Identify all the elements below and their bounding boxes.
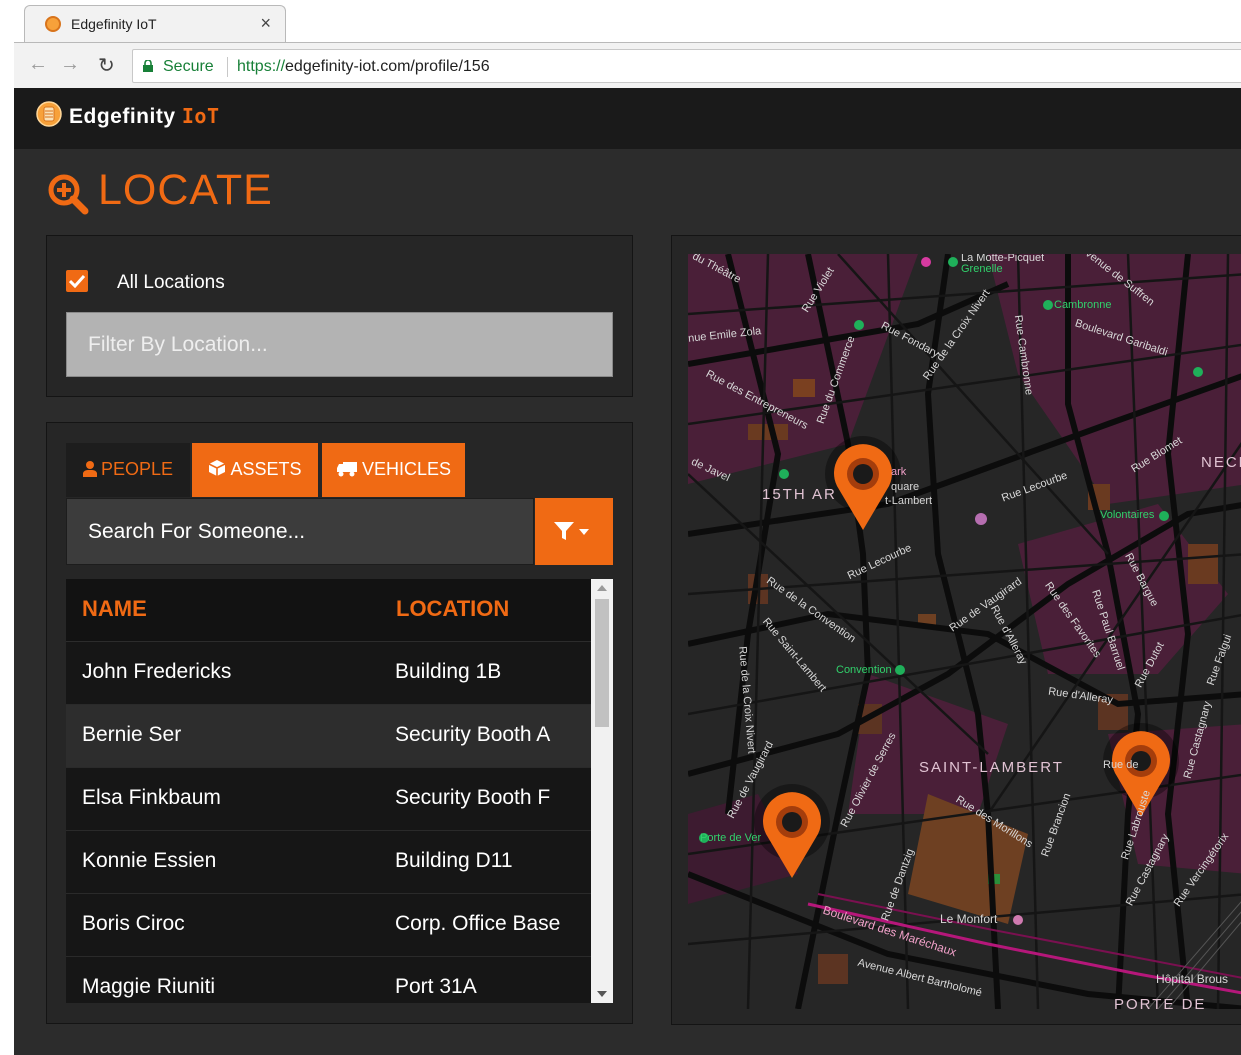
person-location: Port 31A bbox=[395, 975, 477, 998]
brand-name[interactable]: Edgefinity IoT bbox=[69, 104, 219, 129]
url-scheme: https:// bbox=[237, 58, 286, 75]
tab-people[interactable]: PEOPLE bbox=[66, 443, 190, 497]
person-name: John Fredericks bbox=[82, 660, 232, 683]
logo-icon bbox=[36, 101, 62, 127]
people-list-panel: PEOPLE ASSETS VEHICLES Search For Someon… bbox=[46, 422, 633, 1024]
filter-dropdown-button[interactable] bbox=[535, 498, 613, 565]
person-name: Boris Ciroc bbox=[82, 912, 185, 935]
app-root: Edgefinity IoT LOCATE All Locations PE bbox=[14, 88, 1241, 1055]
person-name: Maggie Riuniti bbox=[82, 975, 216, 998]
browser-tab[interactable]: Edgefinity IoT × bbox=[24, 5, 286, 43]
column-header-location[interactable]: LOCATION bbox=[396, 596, 509, 622]
check-icon bbox=[69, 274, 85, 288]
tab-vehicles[interactable]: VEHICLES bbox=[322, 443, 465, 497]
filter-icon bbox=[554, 522, 589, 540]
map-view[interactable]: du Théâtre La Motte-Picquet Grenelle Cam… bbox=[688, 254, 1241, 1009]
tab-title: Edgefinity IoT bbox=[71, 16, 157, 32]
map-panel: du Théâtre La Motte-Picquet Grenelle Cam… bbox=[671, 235, 1241, 1025]
map-label: Volontaires bbox=[1100, 509, 1155, 521]
forward-arrow-icon[interactable]: → bbox=[60, 53, 80, 76]
secure-label: Secure bbox=[163, 58, 214, 75]
column-header-name[interactable]: NAME bbox=[82, 596, 147, 622]
map-district-label: SAINT-LAMBERT bbox=[919, 759, 1064, 776]
table-row[interactable]: Elsa Finkbaum Security Booth F bbox=[66, 768, 591, 831]
map-district-label: 15TH AR bbox=[762, 486, 837, 503]
person-location: Security Booth A bbox=[395, 723, 551, 746]
table-scrollbar[interactable] bbox=[591, 579, 613, 1003]
location-filter-input[interactable] bbox=[66, 312, 613, 377]
people-table: NAME LOCATION John Fredericks Building 1… bbox=[66, 579, 613, 1003]
all-locations-checkbox[interactable] bbox=[66, 270, 88, 292]
people-table-body: NAME LOCATION John Fredericks Building 1… bbox=[66, 579, 591, 1003]
browser-toolbar: ← → ↻ Secure https://edgefinity-iot.com/… bbox=[14, 42, 1241, 88]
people-search-input[interactable] bbox=[66, 498, 534, 565]
box-icon bbox=[209, 460, 226, 476]
url-text[interactable]: https://edgefinity-iot.com/profile/156 bbox=[237, 58, 490, 76]
table-row[interactable]: John Fredericks Building 1B bbox=[66, 642, 591, 705]
tab-people-label: PEOPLE bbox=[100, 459, 174, 479]
map-label: Rue de bbox=[1103, 759, 1139, 771]
scroll-up-arrow-icon[interactable] bbox=[597, 585, 607, 591]
url-divider bbox=[227, 57, 228, 77]
map-label: Porte de Ver bbox=[700, 832, 762, 844]
person-location: Building D11 bbox=[395, 849, 513, 872]
tab-assets-label: ASSETS bbox=[230, 459, 302, 479]
map-label: Le Monfort bbox=[940, 912, 998, 926]
map-marker[interactable] bbox=[825, 436, 901, 530]
table-row[interactable]: Konnie Essien Building D11 bbox=[66, 831, 591, 894]
brand-accent: IoT bbox=[181, 104, 220, 128]
browser-chrome: Edgefinity IoT × ← → ↻ Secure https://ed… bbox=[14, 0, 1241, 88]
person-name: Elsa Finkbaum bbox=[82, 786, 221, 809]
scroll-down-arrow-icon[interactable] bbox=[597, 991, 607, 997]
back-arrow-icon[interactable]: ← bbox=[28, 53, 48, 76]
person-location: Security Booth F bbox=[395, 786, 551, 809]
truck-icon bbox=[336, 462, 357, 477]
person-location: Corp. Office Base bbox=[395, 912, 561, 935]
map-label: Cambronne bbox=[1054, 299, 1112, 311]
address-bar[interactable]: Secure https://edgefinity-iot.com/profil… bbox=[132, 49, 1241, 83]
map-label: Hôpital Brous bbox=[1156, 972, 1229, 986]
user-icon bbox=[82, 461, 97, 477]
lock-icon bbox=[143, 60, 153, 72]
person-name: Bernie Ser bbox=[82, 723, 182, 746]
map-label: Convention bbox=[836, 664, 892, 676]
person-location: Building 1B bbox=[395, 660, 502, 683]
reload-icon[interactable]: ↻ bbox=[98, 53, 115, 78]
table-row[interactable]: Bernie Ser Security Booth A bbox=[66, 705, 591, 768]
favicon-icon bbox=[45, 16, 61, 32]
map-district-label: NECK bbox=[1201, 454, 1241, 471]
table-header: NAME LOCATION bbox=[66, 579, 591, 642]
close-tab-icon[interactable]: × bbox=[260, 13, 271, 34]
map-label: ark bbox=[891, 466, 907, 478]
person-name: Konnie Essien bbox=[82, 849, 217, 872]
search-plus-icon bbox=[48, 174, 89, 215]
app-header: Edgefinity IoT bbox=[14, 88, 1241, 149]
table-row[interactable]: Boris Ciroc Corp. Office Base bbox=[66, 894, 591, 957]
map-label: quare bbox=[891, 481, 920, 493]
table-row[interactable]: Maggie Riuniti Port 31A bbox=[66, 957, 591, 1003]
map-district-label: PORTE DE bbox=[1114, 996, 1207, 1009]
location-filter-panel: All Locations bbox=[46, 235, 633, 397]
tab-assets[interactable]: ASSETS bbox=[192, 443, 318, 497]
page-title: LOCATE bbox=[98, 166, 273, 214]
tab-strip: Edgefinity IoT × bbox=[14, 0, 1241, 43]
tab-vehicles-label: VEHICLES bbox=[361, 459, 452, 479]
brand-main: Edgefinity bbox=[69, 105, 176, 128]
all-locations-label: All Locations bbox=[117, 272, 225, 293]
map-label: t-Lambert bbox=[885, 495, 933, 507]
url-path: edgefinity-iot.com/profile/156 bbox=[285, 58, 490, 75]
map-label: Grenelle bbox=[961, 263, 1003, 275]
scroll-thumb[interactable] bbox=[595, 599, 609, 727]
